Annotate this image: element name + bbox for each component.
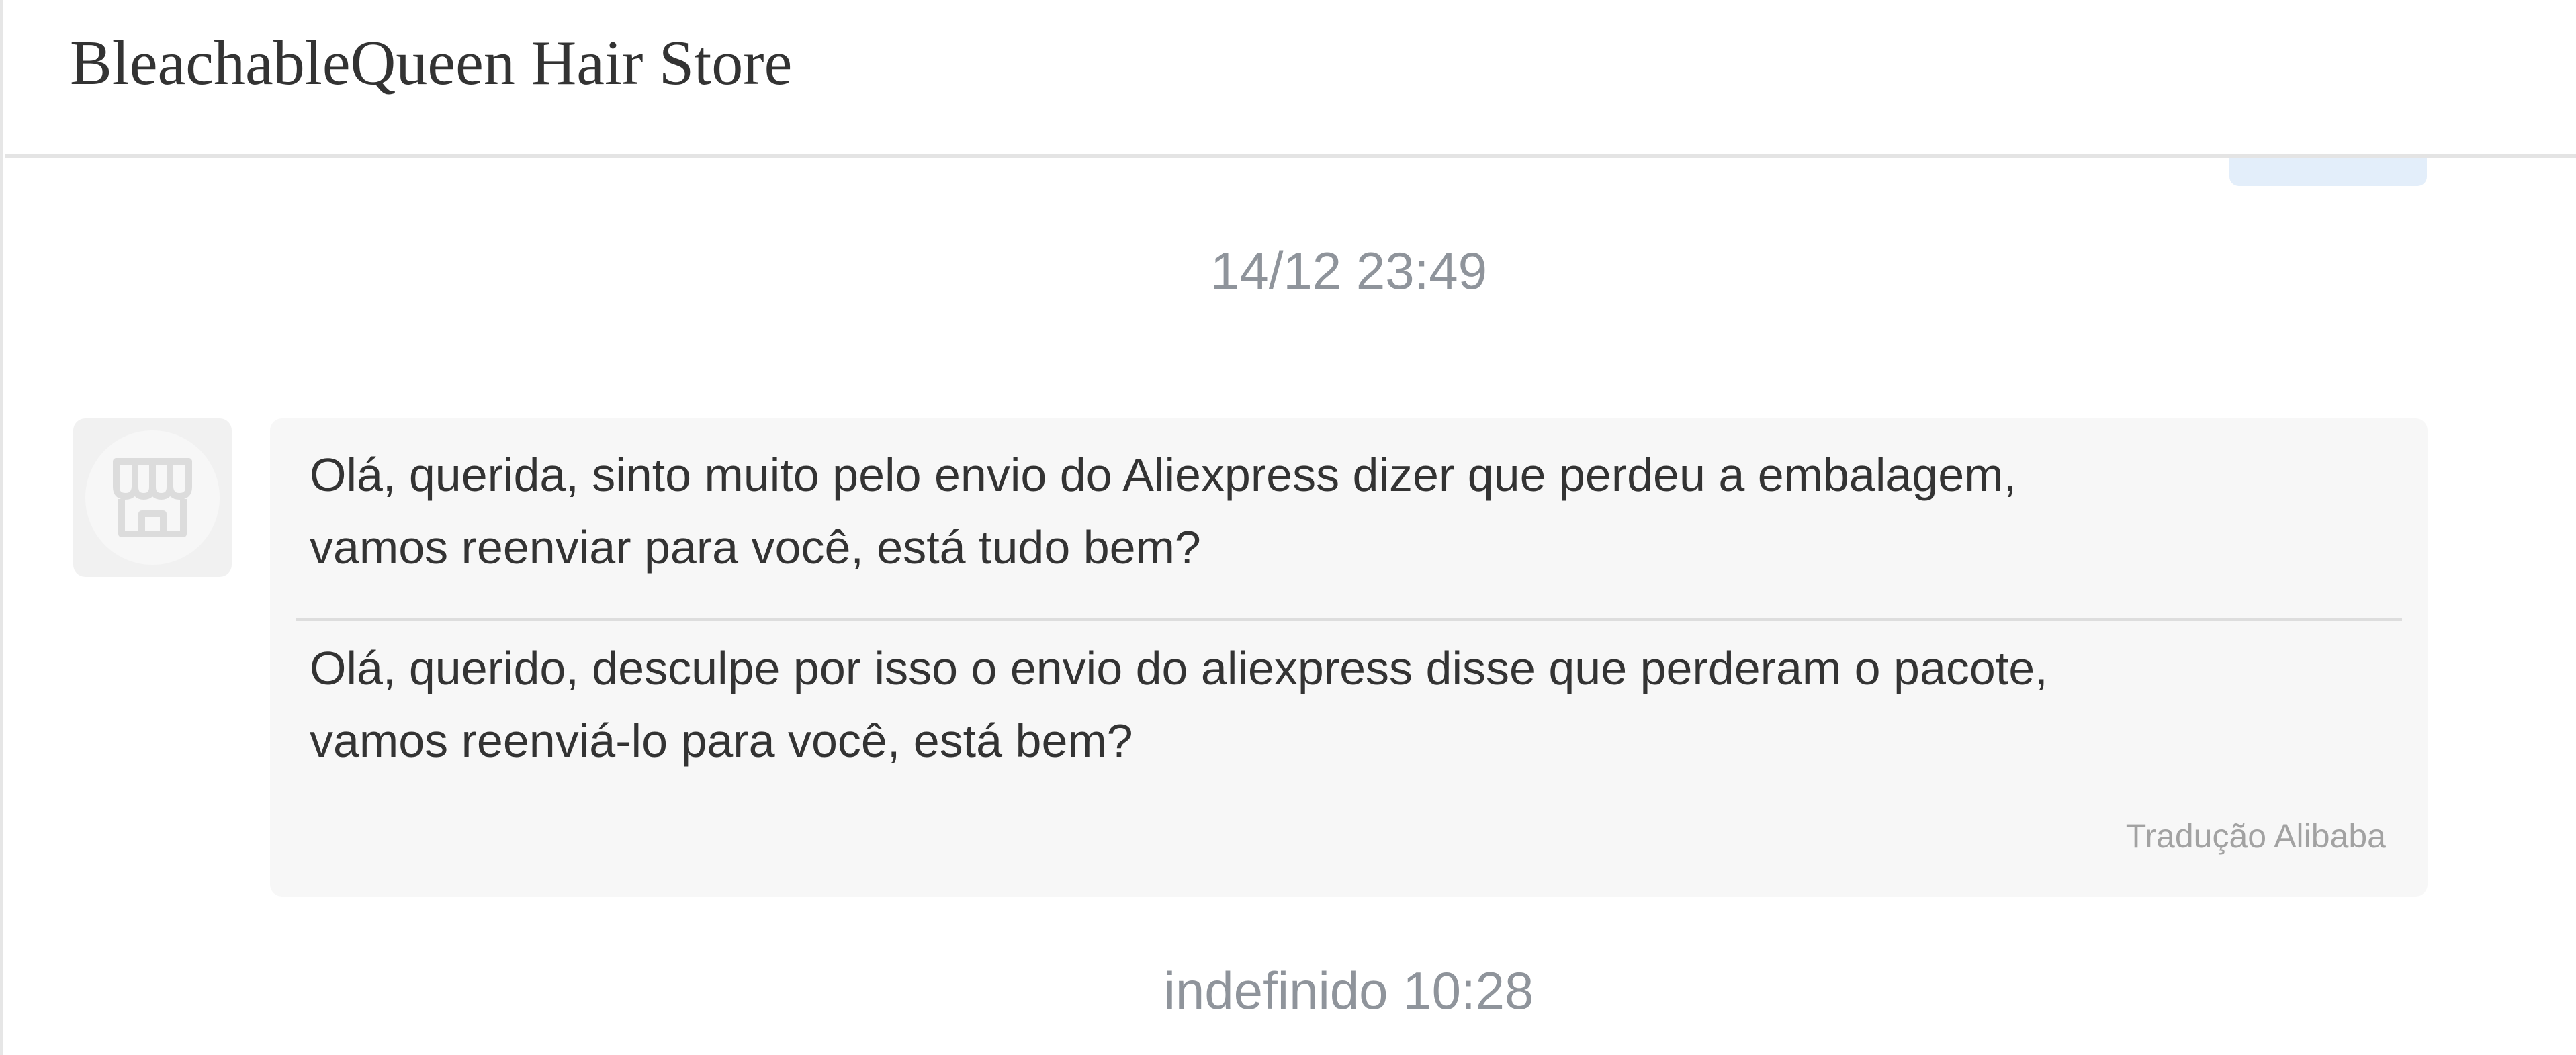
message-timestamp: 14/12 23:49: [1210, 241, 1488, 300]
previous-outgoing-bubble: [2229, 158, 2427, 186]
store-avatar[interactable]: [73, 418, 232, 577]
translation-divider: [296, 618, 2402, 621]
message-timestamp: indefinido 10:28: [1163, 961, 1534, 1020]
translated-message-text: Olá, querido, desculpe por isso o envio …: [310, 642, 2048, 767]
store-icon: [113, 458, 192, 537]
original-message-text: Olá, querida, sinto muito pelo envio do …: [310, 449, 2016, 574]
message-list[interactable]: 14/12 23:49 Olá, querida, sinto muito pe…: [5, 158, 2576, 1055]
incoming-message-bubble[interactable]: Olá, querida, sinto muito pelo envio do …: [270, 418, 2428, 897]
translation-source-label: Tradução Alibaba: [2125, 817, 2386, 855]
chat-header: BleachableQueen Hair Store: [5, 0, 2576, 158]
store-name[interactable]: BleachableQueen Hair Store: [70, 23, 792, 103]
chat-window: BleachableQueen Hair Store 14/12 23:49 O…: [0, 0, 2576, 1055]
